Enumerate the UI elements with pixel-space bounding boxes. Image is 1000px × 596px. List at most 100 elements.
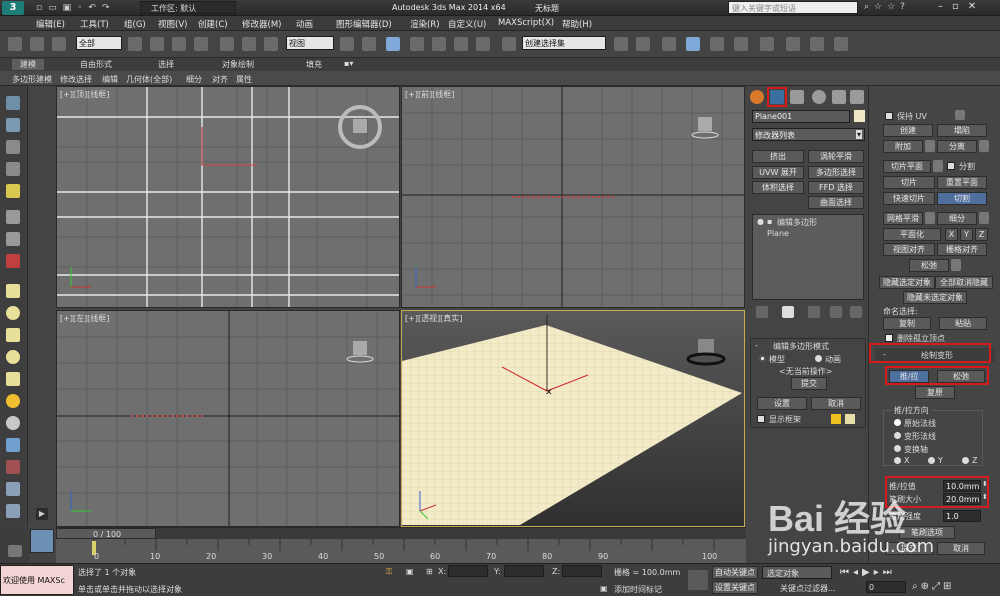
render-setup-icon[interactable]: [786, 37, 800, 51]
mod-ffd-select-button[interactable]: FFD 选择: [808, 181, 864, 194]
y-coord-field[interactable]: [504, 565, 544, 577]
lock-icon[interactable]: ⚿: [386, 567, 392, 577]
create-button[interactable]: 创建: [883, 124, 933, 137]
select-by-name-icon[interactable]: [150, 37, 164, 51]
isolate-icon[interactable]: ▣: [406, 567, 414, 576]
ribbon-edit[interactable]: 编辑: [102, 74, 118, 85]
shape-icon[interactable]: [6, 504, 20, 518]
render-teapot-icon[interactable]: [834, 37, 848, 51]
menu-rendering[interactable]: 渲染(R): [410, 18, 440, 30]
mirror-icon[interactable]: [614, 37, 628, 51]
mod-turbosmooth-button[interactable]: 涡轮平滑: [808, 150, 864, 163]
ribbon-tab-freeform[interactable]: 自由形式: [80, 59, 112, 70]
scale-icon[interactable]: [264, 37, 278, 51]
split-checkbox[interactable]: [947, 162, 955, 170]
workspace-dropdown[interactable]: 工作区: 默认: [140, 1, 236, 14]
original-normals-radio[interactable]: [894, 419, 901, 426]
cancel-button[interactable]: 取消: [811, 397, 861, 410]
axis-x-radio[interactable]: [894, 457, 901, 464]
camera-icon[interactable]: [6, 210, 20, 224]
cut-button[interactable]: 切割: [937, 192, 987, 205]
align-icon[interactable]: [636, 37, 650, 51]
mod-extrude-button[interactable]: 挤出: [752, 150, 804, 163]
layer-icon[interactable]: [662, 37, 676, 51]
quick-access-icons[interactable]: ▫▭▣◦↶↷: [36, 3, 136, 13]
curve-editor-icon[interactable]: [710, 37, 724, 51]
search-field[interactable]: 键入关键字或短语: [728, 1, 858, 14]
viewport-layout-icon[interactable]: [30, 529, 54, 553]
axis-y-radio[interactable]: [928, 457, 935, 464]
window-crossing-icon[interactable]: [194, 37, 208, 51]
link-icon[interactable]: [30, 37, 44, 51]
layer-manager-icon[interactable]: [6, 162, 20, 176]
ribbon-tab-object-paint[interactable]: 对象绘制: [222, 59, 254, 70]
viewport-perspective[interactable]: [+][透视][真实] ✕: [401, 310, 745, 527]
teapot-icon[interactable]: [6, 96, 20, 110]
ribbon-polygon-modeling[interactable]: 多边形建模: [12, 74, 52, 85]
detach-settings-icon[interactable]: [979, 140, 989, 152]
ribbon-tab-selection[interactable]: 选择: [158, 59, 174, 70]
current-frame-field[interactable]: 0: [866, 581, 906, 593]
schematic-view-icon[interactable]: [734, 37, 748, 51]
motion-tab-icon[interactable]: [812, 90, 826, 104]
select-manipulate-icon[interactable]: [362, 37, 376, 51]
time-slider[interactable]: 0 / 100: [56, 527, 746, 539]
ribbon-tab-populate[interactable]: 填充: [306, 59, 322, 70]
viewport-perspective-label[interactable]: [+][透视][真实]: [405, 313, 462, 324]
object-color-swatch[interactable]: [854, 110, 865, 122]
meshsmooth-settings-icon[interactable]: [925, 212, 935, 224]
ribbon-options-icon[interactable]: ▪▾: [344, 59, 353, 68]
menu-tools[interactable]: 工具(T): [80, 18, 109, 30]
menu-customize[interactable]: 自定义(U): [448, 18, 486, 30]
edit-poly-mode-title[interactable]: 编辑多边形模式: [773, 341, 829, 352]
revert-button[interactable]: 复原: [915, 386, 955, 399]
display-tab-icon[interactable]: [832, 90, 846, 104]
viewport-top[interactable]: [+][顶][线框]: [56, 86, 400, 308]
viewport-left-label[interactable]: [+][左][线框]: [60, 313, 109, 324]
relax-settings-icon[interactable]: [951, 259, 961, 271]
particle-icon[interactable]: [6, 254, 20, 268]
model-radio[interactable]: [759, 355, 766, 362]
sun-icon[interactable]: [6, 394, 20, 408]
remove-modifier-icon[interactable]: [830, 306, 842, 318]
settings-button[interactable]: 设置: [757, 397, 807, 410]
key-icon[interactable]: [688, 570, 708, 590]
select-object-icon[interactable]: [128, 37, 142, 51]
maxscript-listener[interactable]: 欢迎使用 MAXSc: [0, 565, 74, 595]
time-slider-thumb[interactable]: 0 / 100: [56, 528, 156, 539]
box-icon[interactable]: [6, 118, 20, 132]
menu-graph-editors[interactable]: 图形编辑器(D): [336, 18, 392, 30]
mod-uvw-unwrap-button[interactable]: UVW 展开: [752, 166, 804, 179]
cone-icon[interactable]: [6, 372, 20, 386]
tessellate-settings-icon[interactable]: [979, 212, 989, 224]
abs-mode-icon[interactable]: ⊞: [426, 567, 433, 576]
cylinder-icon[interactable]: [6, 328, 20, 342]
view-align-button[interactable]: 视图对齐: [883, 243, 935, 256]
expand-arrow-icon[interactable]: ▶: [36, 508, 48, 520]
attach-button[interactable]: 附加: [883, 140, 923, 153]
ribbon-geometry[interactable]: 几何体(全部): [126, 74, 172, 85]
percent-snap-icon[interactable]: [454, 37, 468, 51]
helper-icon[interactable]: [6, 232, 20, 246]
z-coord-field[interactable]: [562, 565, 602, 577]
stack-expand-icon[interactable]: ▪: [767, 217, 772, 226]
preserve-uv-settings-icon[interactable]: [955, 110, 965, 120]
hide-unselected-button[interactable]: 隐藏未选定对象: [903, 291, 967, 304]
rotate-icon[interactable]: [242, 37, 256, 51]
molecule-icon[interactable]: [6, 460, 20, 474]
detach-button[interactable]: 分离: [937, 140, 977, 153]
menu-maxscript[interactable]: MAXScript(X): [498, 18, 554, 28]
plane-icon[interactable]: [6, 284, 20, 298]
cage-color-swatch-1[interactable]: [831, 414, 841, 424]
ribbon-align[interactable]: 对齐: [212, 74, 228, 85]
ribbon-subdivision[interactable]: 细分: [186, 74, 202, 85]
slice-plane-button[interactable]: 切片平面: [883, 160, 931, 173]
key-selection-dropdown[interactable]: 选定对象: [762, 566, 832, 579]
collapse-button[interactable]: 塌陷: [937, 124, 987, 137]
time-tag-icon[interactable]: ▣: [600, 584, 608, 593]
nav-controls[interactable]: ⌕⊕⤢⊞: [912, 581, 954, 592]
planar-z-button[interactable]: Z: [975, 228, 988, 241]
dots-icon[interactable]: [6, 438, 20, 452]
hide-selected-button[interactable]: 隐藏选定对象: [879, 276, 935, 289]
set-key-button[interactable]: 设置关键点: [712, 581, 758, 594]
